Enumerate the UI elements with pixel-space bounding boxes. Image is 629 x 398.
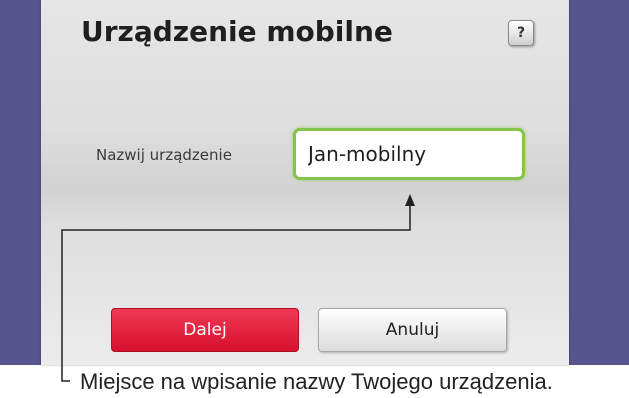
callout-caption: Miejsce na wpisanie nazwy Twojego urządz… [80,369,553,394]
device-name-dialog: Urządzenie mobilne ? Nazwij urządzenie D… [41,0,569,365]
cancel-button[interactable]: Anuluj [318,308,507,352]
device-name-input[interactable] [293,128,525,180]
help-button[interactable]: ? [508,20,534,46]
question-mark-icon: ? [516,25,526,41]
dialog-title: Urządzenie mobilne [81,15,393,48]
next-button[interactable]: Dalej [111,308,299,352]
device-name-label: Nazwij urządzenie [96,146,232,164]
screen-background: Urządzenie mobilne ? Nazwij urządzenie D… [0,0,629,365]
